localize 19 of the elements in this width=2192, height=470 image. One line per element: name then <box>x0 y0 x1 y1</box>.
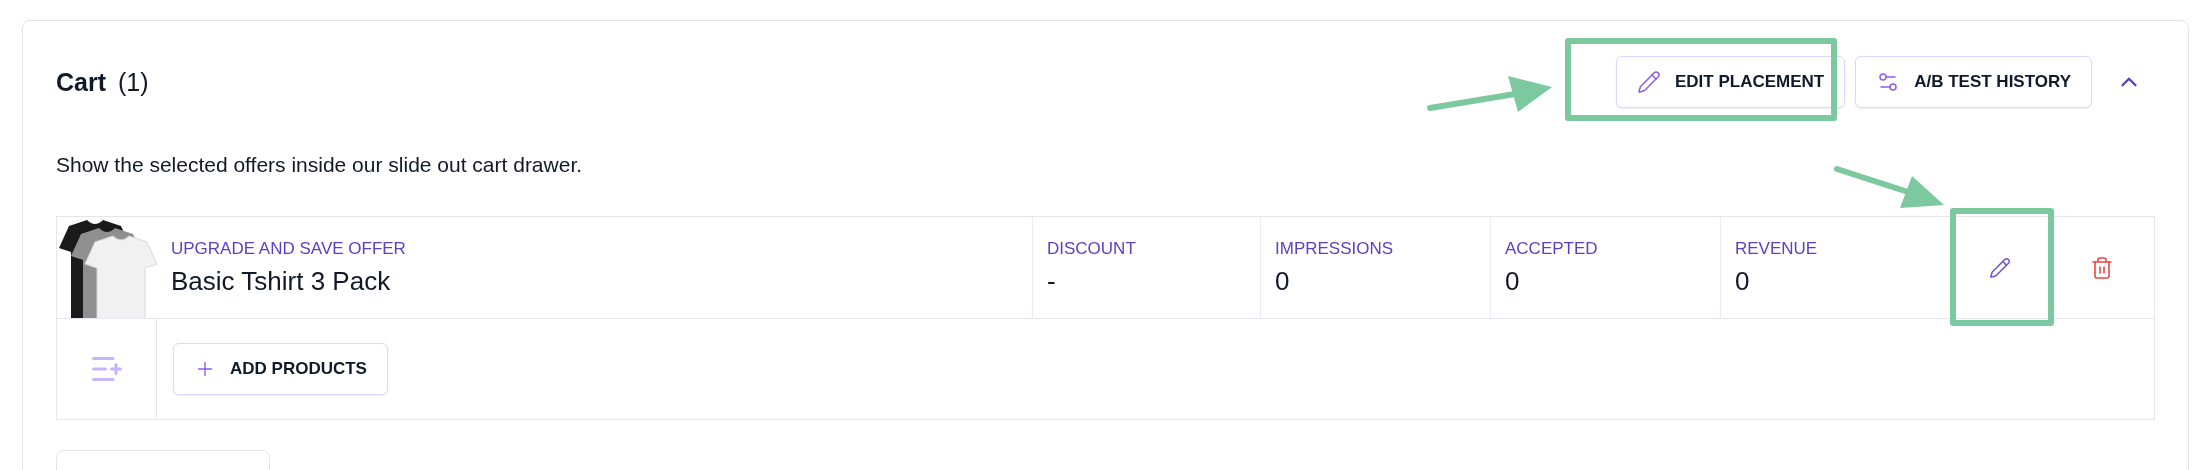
pencil-icon <box>1636 70 1661 94</box>
stat-value: 0 <box>1275 264 1290 298</box>
edit-placement-button[interactable]: EDIT PLACEMENT <box>1615 56 1846 108</box>
stat-label: REVENUE <box>1735 237 1818 260</box>
stat-label: DISCOUNT <box>1047 237 1136 260</box>
stat-label: ACCEPTED <box>1505 237 1598 260</box>
stat-label: IMPRESSIONS <box>1275 237 1394 260</box>
pencil-icon <box>1989 256 2011 279</box>
offer-count: (1) <box>118 67 149 97</box>
add-products-button[interactable]: ADD PRODUCTS <box>173 343 388 395</box>
stat-value: 0 <box>1735 264 1750 298</box>
stat-value: 0 <box>1505 264 1520 298</box>
trash-icon <box>2090 255 2114 280</box>
offer-type: UPGRADE AND SAVE OFFER <box>171 237 406 260</box>
section-description: Show the selected offers inside our slide out cart drawer. <box>56 153 584 177</box>
offer-name: Basic Tshirt 3 Pack <box>171 264 391 298</box>
section-title: Cart <box>56 67 106 97</box>
history-button[interactable]: A/B TEST HISTORY <box>1855 56 2092 108</box>
stat-value: - <box>1047 264 1056 298</box>
